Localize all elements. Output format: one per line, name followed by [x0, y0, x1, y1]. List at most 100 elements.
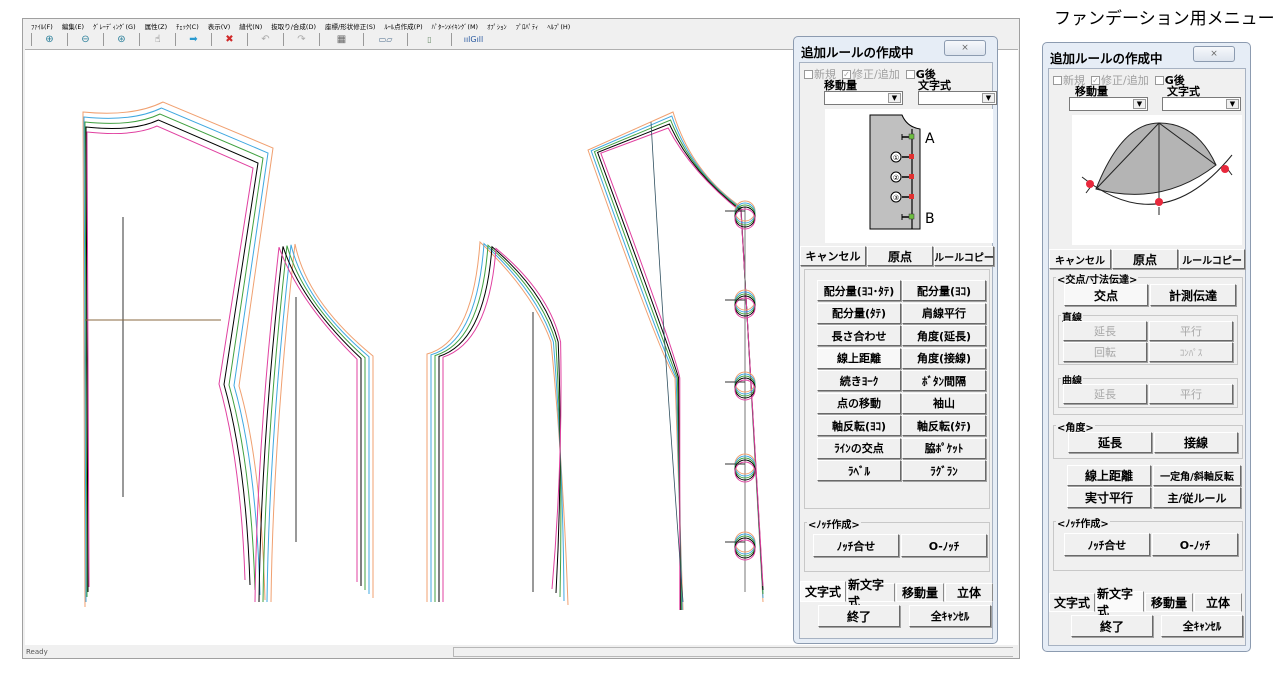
rule-button[interactable]: ﾗｲﾝの交点 [817, 437, 901, 459]
grade-chart-icon: ıılGıll [463, 35, 484, 44]
straight-compass-button[interactable]: ｺﾝﾊﾟｽ [1149, 342, 1233, 362]
tab-new-formula[interactable]: 新文字式 [847, 578, 895, 609]
move-amount-select[interactable]: ▼ [1069, 97, 1148, 111]
rule-preview-buttons: ① ② ③ A B [825, 109, 993, 243]
dialog-body: 新規 ✓ 修正/追加 G後 移動量 文字式 ▼ ▼ ① ② ③ A B キャンセ… [799, 62, 997, 639]
rule-preview-cup [1072, 115, 1242, 245]
notch-match-button[interactable]: ﾉｯﾁ合せ [813, 534, 899, 557]
measure-transfer-button[interactable]: 計測伝達 [1150, 284, 1236, 306]
o-notch-button[interactable]: O-ﾉｯﾁ [901, 534, 987, 557]
menu-item[interactable]: 縫代(N) [239, 21, 262, 31]
formula-select[interactable]: ▼ [1162, 97, 1241, 111]
rule-button[interactable]: 脇ﾎﾟｹｯﾄ [902, 437, 986, 459]
rule-button[interactable]: ﾗﾍﾞﾙ [817, 460, 901, 481]
menu-item[interactable]: ﾙｰﾙ点作成(P) [384, 21, 422, 31]
straight-extend-button[interactable]: 延長 [1063, 321, 1147, 341]
finish-button[interactable]: 終了 [818, 605, 900, 627]
notch-match-button[interactable]: ﾉｯﾁ合せ [1064, 533, 1150, 556]
finish-button[interactable]: 終了 [1071, 615, 1153, 637]
rule-button[interactable]: ﾎﾞﾀﾝ間隔 [902, 370, 986, 391]
close-icon: ⨯ [1210, 49, 1218, 59]
rule-button[interactable]: 配分量(ﾀﾃ) [817, 302, 901, 324]
rule-button[interactable]: 長さ合わせ [817, 325, 901, 346]
toolbar-button[interactable]: ▭▱ [363, 33, 407, 46]
notch-group: <ﾉｯﾁ作成> ﾉｯﾁ合せ O-ﾉｯﾁ [804, 516, 990, 572]
tab-move-amount[interactable]: 移動量 [1145, 593, 1193, 612]
menu-item[interactable]: ﾊﾟﾀｰﾝﾒｲｷﾝｸﾞ(M) [432, 21, 478, 31]
toolbar-button[interactable]: ▯ [407, 33, 451, 46]
close-button[interactable]: ⨯ [1193, 46, 1235, 62]
notch-group-label: <ﾉｯﾁ作成> [807, 516, 861, 531]
cancel-all-button[interactable]: 全ｷｬﾝｾﾙ [909, 605, 991, 627]
straight-parallel-button[interactable]: 平行 [1149, 321, 1233, 341]
rule-button[interactable]: 角度(接線) [902, 347, 986, 369]
straight-rotate-button[interactable]: 回転 [1063, 342, 1147, 362]
curve-parallel-button[interactable]: 平行 [1149, 384, 1233, 404]
actual-parallel-button[interactable]: 実寸平行 [1067, 487, 1151, 508]
close-button[interactable]: ⨯ [944, 40, 986, 56]
origin-button[interactable]: 原点 [1112, 249, 1178, 269]
intersect-button[interactable]: 交点 [1064, 284, 1148, 306]
pointer-icon: ☝ [154, 34, 161, 45]
rule-button[interactable]: 袖山 [902, 392, 986, 414]
rule-copy-button[interactable]: ルールコピー [934, 246, 994, 266]
menu-item[interactable]: 座標/形状修正(S) [325, 21, 375, 31]
fixed-angle-button[interactable]: 一定角/斜軸反転 [1153, 465, 1241, 486]
o-notch-button[interactable]: O-ﾉｯﾁ [1152, 533, 1238, 556]
menu-item[interactable]: ｵﾌﾟｼｮﾝ [487, 21, 507, 31]
on-line-distance-button[interactable]: 線上距離 [1067, 465, 1151, 486]
menu-item[interactable]: ﾌｧｲﾙ(F) [31, 21, 53, 31]
rule-button[interactable]: ﾗｸﾞﾗﾝ [902, 460, 986, 481]
toolbar-button[interactable]: ⊛ [103, 33, 139, 46]
tab-formula[interactable]: 文字式 [1049, 593, 1095, 612]
menu-item[interactable]: ﾁｪｯｸ(C) [176, 21, 199, 31]
menu-item[interactable]: ﾍﾙﾌﾟ(H) [547, 21, 570, 31]
tab-solid[interactable]: 立体 [945, 583, 993, 602]
menu-item[interactable]: ﾌﾟﾛﾊﾟﾃｨ [516, 21, 539, 31]
cancel-all-button[interactable]: 全ｷｬﾝｾﾙ [1161, 615, 1243, 637]
toolbar-button[interactable]: ☝ [139, 33, 175, 46]
label-b: B [925, 211, 935, 227]
rule-button[interactable]: 続きﾖｰｸ [817, 370, 901, 391]
figure-caption: ファンデーション用メニュー [1054, 9, 1275, 29]
toolbar-button[interactable]: ⊕ [31, 33, 67, 46]
angle-tangent-button[interactable]: 接線 [1154, 432, 1238, 453]
toolbar-button[interactable]: ✖ [211, 33, 247, 46]
rule-button[interactable]: 軸反転(ﾀﾃ) [902, 415, 986, 436]
angle-extend-button[interactable]: 延長 [1068, 432, 1152, 453]
cancel-button[interactable]: キャンセル [800, 246, 866, 266]
rule-button[interactable]: 配分量(ﾖｺ･ﾀﾃ) [817, 280, 901, 301]
rule-button[interactable]: 軸反転(ﾖｺ) [817, 415, 901, 436]
toolbar-button[interactable]: ▦ [319, 33, 363, 46]
back-piece-outline [83, 107, 269, 603]
menu-item[interactable]: ｸﾞﾚｰﾃﾞｨﾝｸﾞ(G) [93, 21, 136, 31]
menu-item[interactable]: 抜取り/合成(D) [271, 21, 316, 31]
toolbar-button[interactable]: ↶ [247, 33, 283, 46]
formula-select[interactable]: ▼ [918, 91, 997, 105]
move-amount-select[interactable]: ▼ [824, 91, 903, 105]
menu-item[interactable]: 属性(Z) [145, 21, 168, 31]
zoom-fit-icon: ⊛ [117, 34, 126, 45]
toolbar-button[interactable]: ➡ [175, 33, 211, 46]
curve-group: 曲線 延長 平行 [1058, 372, 1238, 408]
rule-button[interactable]: 線上距離 [817, 347, 901, 369]
menu-item[interactable]: 編集(E) [62, 21, 84, 31]
tab-solid[interactable]: 立体 [1194, 593, 1242, 612]
tab-move-amount[interactable]: 移動量 [896, 583, 944, 602]
dropdown-arrow-icon: ▼ [982, 93, 995, 103]
toolbar-button[interactable]: ↷ [283, 33, 319, 46]
toolbar-button[interactable]: ıılGıll [451, 33, 495, 46]
rule-button[interactable]: 肩線平行 [902, 302, 986, 324]
menu-item[interactable]: 表示(V) [208, 21, 231, 31]
master-slave-rule-button[interactable]: 主/従ルール [1153, 487, 1241, 508]
cancel-button[interactable]: キャンセル [1049, 249, 1111, 269]
rule-button[interactable]: 点の移動 [817, 392, 901, 414]
curve-extend-button[interactable]: 延長 [1063, 384, 1147, 404]
rule-button[interactable]: 角度(延長) [902, 325, 986, 346]
tab-new-formula[interactable]: 新文字式 [1096, 587, 1144, 618]
rule-copy-button[interactable]: ルールコピー [1179, 249, 1245, 269]
rule-button[interactable]: 配分量(ﾖｺ) [902, 280, 986, 301]
origin-button[interactable]: 原点 [867, 246, 933, 266]
toolbar-button[interactable]: ⊖ [67, 33, 103, 46]
tab-formula[interactable]: 文字式 [800, 581, 846, 602]
